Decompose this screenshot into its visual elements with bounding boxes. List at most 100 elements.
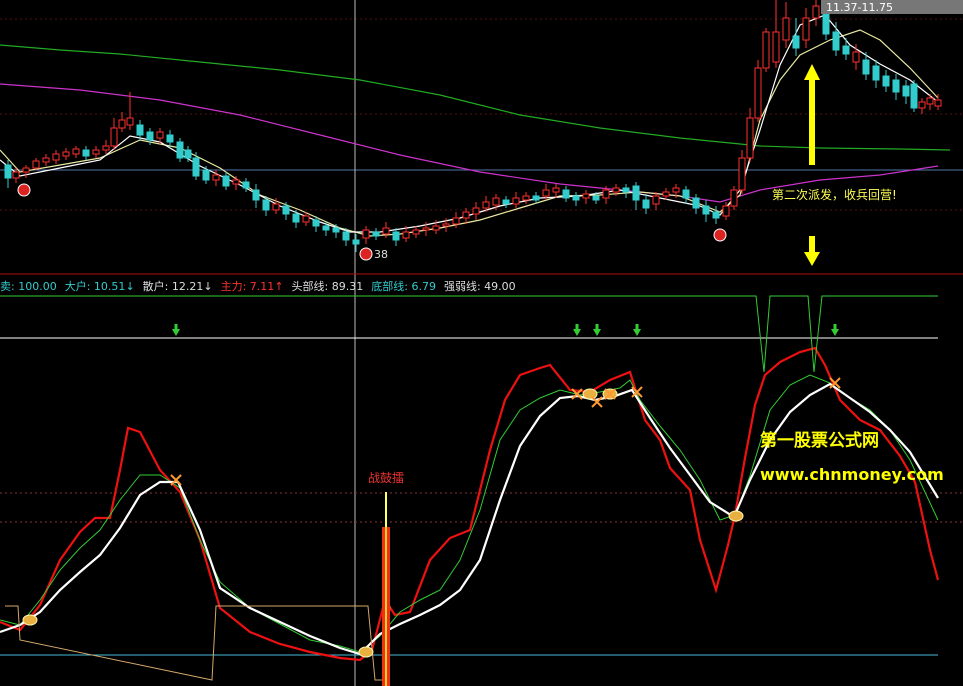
watermark-title: 第一股票公式网: [760, 430, 879, 451]
candle-body: [842, 45, 850, 55]
candle-body: [892, 79, 900, 93]
gold-ingot-icon: [582, 388, 598, 400]
candle-body: [342, 231, 350, 241]
candle-body: [272, 203, 280, 211]
candle-body: [602, 189, 610, 199]
candle-body: [542, 189, 550, 197]
candle-body: [652, 195, 660, 205]
status-item-label: 头部线:: [291, 280, 329, 293]
candle-body: [792, 35, 800, 49]
candle-body: [802, 17, 810, 41]
candle-body: [118, 119, 126, 129]
candle-body: [812, 5, 820, 19]
candle-body: [692, 197, 700, 209]
candle-body: [852, 51, 860, 63]
low-marker-label: 38: [374, 248, 388, 261]
candle-body: [22, 167, 30, 173]
war-drum-bar-core: [385, 527, 387, 686]
candle-body: [832, 31, 840, 51]
candle-body: [242, 181, 250, 189]
candle-body: [918, 101, 926, 109]
candle-body: [532, 195, 540, 201]
annotation-text: 第二次派发，收兵回营!: [772, 187, 897, 202]
candle-body: [472, 207, 480, 215]
candle-body: [156, 131, 164, 139]
candle-body: [642, 199, 650, 209]
status-item-value: 10.51: [90, 280, 126, 293]
candle-body: [782, 17, 790, 41]
candle-body: [52, 153, 60, 161]
candle-body: [322, 225, 330, 231]
candle-body: [762, 31, 770, 69]
status-item-label: 散户:: [142, 280, 169, 293]
candle-body: [926, 97, 934, 105]
candle-body: [442, 223, 450, 227]
candle-body: [682, 189, 690, 199]
candle-body: [102, 145, 110, 151]
status-item-label: 大户:: [64, 280, 91, 293]
candle-body: [872, 65, 880, 81]
candle-body: [166, 134, 174, 143]
candle-body: [110, 127, 118, 147]
candle-body: [910, 83, 918, 109]
watermark-url: www.chnmoney.com: [760, 465, 944, 484]
candle-body: [302, 215, 310, 223]
candle-body: [702, 205, 710, 215]
candle-body: [422, 227, 430, 231]
candle-body: [492, 197, 500, 206]
status-item: 底部线: 6.79: [371, 280, 436, 293]
stock-chart: 11.37-11.75 38 第二次派发，收兵回营! 战鼓擂 第一股票公式网 w…: [0, 0, 963, 686]
sell-marker-icon: [359, 247, 373, 261]
candle-body: [934, 99, 942, 107]
status-item-value: 7.11: [246, 280, 275, 293]
candle-body: [72, 148, 80, 155]
status-item-value: 49.00: [480, 280, 516, 293]
status-item-value: 12.21: [168, 280, 204, 293]
candle-body: [452, 217, 460, 225]
candle-body: [572, 195, 580, 201]
candle-body: [176, 141, 184, 159]
candle-body: [126, 117, 134, 126]
candle-body: [62, 151, 70, 157]
candle-body: [12, 171, 20, 179]
candle-body: [862, 59, 870, 75]
candle-body: [202, 169, 210, 181]
candle-body: [738, 157, 746, 191]
candle-body: [502, 199, 510, 205]
candle-body: [212, 174, 220, 181]
down-arrow-icon: ↓: [203, 280, 213, 293]
candle-body: [746, 117, 754, 159]
candle-body: [592, 195, 600, 201]
status-item-value: 89.31: [328, 280, 364, 293]
candle-body: [722, 205, 730, 217]
status-item-label: 卖:: [0, 280, 15, 293]
candle-body: [482, 201, 490, 209]
candle-body: [582, 193, 590, 199]
gold-ingot-icon: [728, 510, 744, 522]
sell-marker-icon: [17, 183, 31, 197]
status-item: 大户: 10.51↓: [65, 280, 135, 293]
candle-body: [882, 75, 890, 87]
candle-body: [32, 160, 40, 169]
sell-marker-icon: [713, 228, 727, 242]
price-range-label: 11.37-11.75: [826, 1, 893, 14]
candle-body: [262, 199, 270, 211]
status-item: 散户: 12.21↓: [143, 280, 213, 293]
candle-body: [184, 149, 192, 159]
candle-body: [222, 175, 230, 187]
candle-body: [282, 205, 290, 215]
candle-body: [612, 187, 620, 193]
candle-body: [402, 231, 410, 239]
status-item: 卖: 100.00: [0, 280, 57, 293]
candle-body: [192, 157, 200, 177]
status-item: 强弱线: 49.00: [444, 280, 516, 293]
candle-body: [662, 191, 670, 197]
candle-body: [522, 195, 530, 201]
candle-body: [392, 231, 400, 241]
status-item-label: 底部线:: [371, 280, 408, 293]
candle-body: [552, 187, 560, 193]
status-item-label: 强弱线:: [443, 280, 481, 293]
candle-body: [332, 227, 340, 233]
candle-body: [632, 185, 640, 201]
candle-body: [146, 131, 154, 141]
